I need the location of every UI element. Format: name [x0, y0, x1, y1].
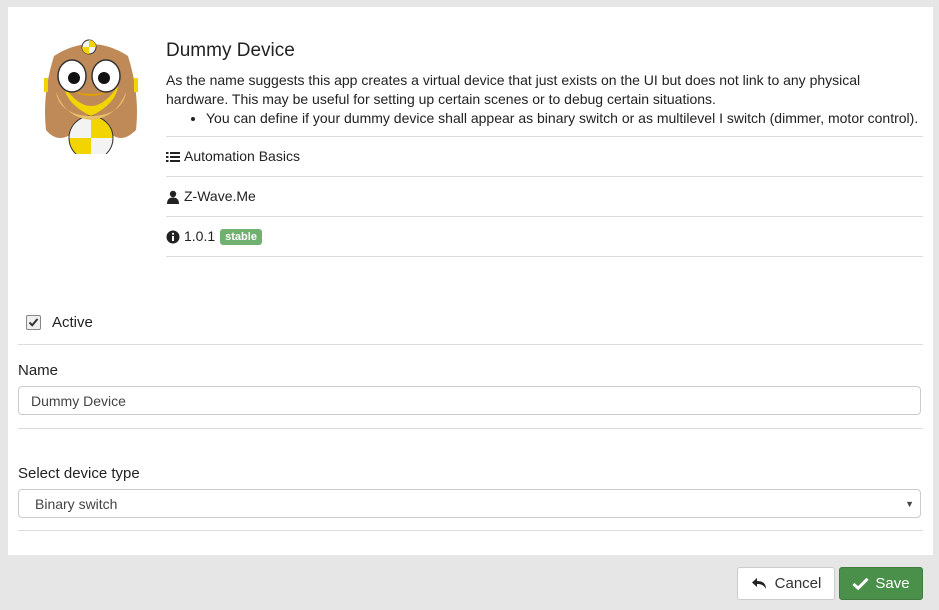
checkmark-icon	[28, 317, 39, 327]
device-type-select[interactable]: Binary switch ▼	[18, 489, 921, 518]
active-toggle[interactable]: Active	[26, 310, 93, 334]
app-version-row: 1.0.1 stable	[166, 216, 923, 257]
app-description-bullet: You can define if your dummy device shal…	[206, 109, 923, 128]
divider	[18, 428, 923, 429]
app-author: Z-Wave.Me	[184, 188, 256, 204]
app-description: As the name suggests this app creates a …	[166, 71, 923, 128]
app-version: 1.0.1	[184, 228, 216, 244]
maturity-badge: stable	[220, 228, 262, 245]
app-category-row: Automation Basics	[166, 136, 923, 176]
active-checkbox[interactable]	[26, 314, 41, 330]
device-type-value: Binary switch	[35, 496, 118, 512]
cancel-label: Cancel	[774, 575, 822, 592]
app-title: Dummy Device	[166, 40, 295, 61]
name-label: Name	[18, 362, 59, 379]
undo-icon	[751, 577, 766, 589]
divider	[18, 530, 923, 531]
crash-test-dummy-logo	[44, 39, 138, 154]
divider	[18, 344, 923, 345]
device-type-label: Select device type	[18, 465, 140, 482]
save-button[interactable]: Save	[839, 567, 923, 600]
check-icon	[852, 577, 869, 591]
app-info: Dummy Device As the name suggests this a…	[166, 34, 923, 257]
chevron-down-icon: ▼	[905, 499, 914, 509]
info-icon	[166, 230, 180, 243]
list-icon	[166, 151, 180, 162]
user-icon	[167, 190, 179, 204]
app-config-panel: Dummy Device As the name suggests this a…	[8, 7, 933, 555]
app-description-bullets: You can define if your dummy device shal…	[166, 109, 923, 128]
app-description-text: As the name suggests this app creates a …	[166, 72, 861, 107]
app-category: Automation Basics	[184, 148, 300, 164]
active-label: Active	[52, 313, 93, 331]
name-input[interactable]: Dummy Device	[18, 386, 921, 415]
cancel-button[interactable]: Cancel	[737, 567, 835, 600]
save-label: Save	[875, 575, 910, 592]
app-author-row: Z-Wave.Me	[166, 176, 923, 216]
